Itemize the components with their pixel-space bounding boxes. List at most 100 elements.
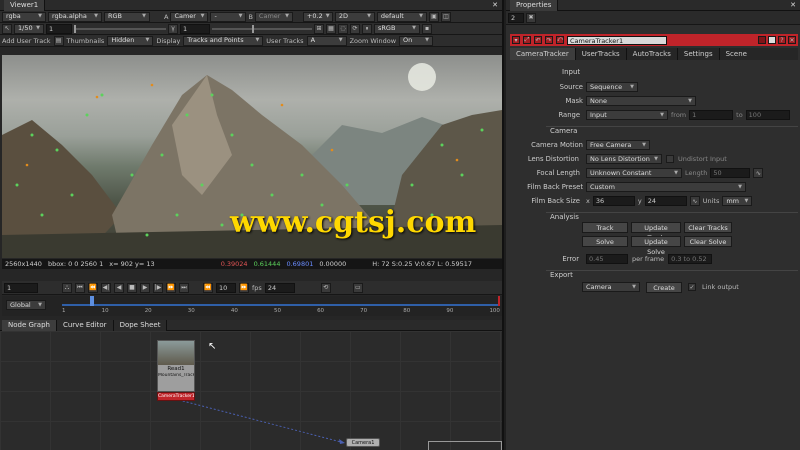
frame-range-lock-icon[interactable]: ⛬ xyxy=(62,282,72,293)
film-back-curve-icon[interactable]: ∿ xyxy=(689,196,700,206)
film-back-y-input[interactable]: 24 xyxy=(644,196,687,206)
navigator-box[interactable] xyxy=(428,441,502,450)
roi-icon[interactable]: ◫ xyxy=(440,11,451,22)
playhead[interactable] xyxy=(90,296,94,306)
frame-step-input[interactable]: 10 xyxy=(216,282,236,293)
composite-dropdown[interactable]: - ▼ xyxy=(210,11,247,22)
clear-panels-icon[interactable]: ✖ xyxy=(526,12,536,23)
view-mode-dropdown[interactable]: 2D ▼ xyxy=(334,11,375,22)
source-dropdown[interactable]: Sequence ▼ xyxy=(586,82,638,92)
step-back-icon[interactable]: ◀| xyxy=(101,282,111,293)
proxy-dropdown[interactable]: default ▼ xyxy=(376,11,427,22)
clear-solve-button[interactable]: Clear Solve xyxy=(684,236,732,247)
curve-icon[interactable]: ∿ xyxy=(753,168,764,178)
node-color-icon[interactable] xyxy=(758,36,766,44)
undo-icon[interactable]: ↶ xyxy=(534,36,542,44)
camera-tracker-node[interactable]: CameraTracker1 xyxy=(157,392,195,401)
pause-icon[interactable]: ⏸ xyxy=(362,23,372,34)
node-name-input[interactable]: CameraTracker1 xyxy=(567,35,667,45)
read-node[interactable]: Read1 Mountains_Track_Scene.mov xyxy=(157,340,195,392)
undistort-checkbox[interactable] xyxy=(666,155,674,163)
thumbnails-icon[interactable]: ▤ xyxy=(53,35,64,46)
camera-motion-dropdown[interactable]: Free Camera ▼ xyxy=(586,140,650,150)
channels-dropdown[interactable]: rgba ▼ xyxy=(2,11,46,22)
rgb-dropdown[interactable]: RGB ▼ xyxy=(104,11,150,22)
skip-back-icon[interactable]: ⏪ xyxy=(203,282,213,293)
tab-cameratracker[interactable]: CameraTracker xyxy=(510,48,576,60)
grid-icon[interactable]: ▦ xyxy=(326,23,336,34)
tab-properties[interactable]: Properties xyxy=(510,0,559,11)
track-button[interactable]: Track xyxy=(582,222,628,233)
range-dropdown[interactable]: Input ▼ xyxy=(586,110,668,120)
tab-curve-editor[interactable]: Curve Editor xyxy=(56,319,114,331)
thumbnails-dropdown[interactable]: Hidden ▼ xyxy=(107,35,154,46)
update-solve-button[interactable]: Update Solve xyxy=(631,236,681,256)
current-frame-input[interactable]: 1 xyxy=(4,282,38,293)
step-forward-icon[interactable]: |▶ xyxy=(153,282,163,293)
input-b-dropdown[interactable]: Camer ▼ xyxy=(254,11,293,22)
display-dropdown[interactable]: Tracks and Points ▼ xyxy=(183,35,264,46)
mask-dropdown[interactable]: None ▼ xyxy=(586,96,696,106)
tab-viewer1[interactable]: Viewer1 xyxy=(4,0,46,11)
gain-stop-dropdown[interactable]: +0.2 ▼ xyxy=(302,11,333,22)
refresh-icon[interactable]: ⟳ xyxy=(350,23,360,34)
fps-input[interactable]: 24 xyxy=(264,282,295,293)
update-track-button[interactable]: Update Track xyxy=(631,222,681,242)
lock-icon[interactable]: ▣ xyxy=(428,11,439,22)
gain-input[interactable]: 1 xyxy=(46,23,72,34)
loop-icon[interactable]: ⟲ xyxy=(320,282,331,293)
last-frame-icon[interactable]: ⏭ xyxy=(179,282,189,293)
tab-settings[interactable]: Settings xyxy=(678,48,720,60)
close-icon[interactable]: ✕ xyxy=(492,1,498,9)
colorspace-dropdown[interactable]: sRGB ▼ xyxy=(374,23,420,34)
frame-range-dropdown[interactable]: 1/50 ▼ xyxy=(14,23,44,34)
viewer-image[interactable]: www.cgtsj.com xyxy=(2,55,502,258)
lens-distortion-dropdown[interactable]: No Lens Distortion ▼ xyxy=(586,154,662,164)
focal-length-dropdown[interactable]: Unknown Constant ▼ xyxy=(586,168,682,178)
tab-dope-sheet[interactable]: Dope Sheet xyxy=(113,319,168,331)
gamma-slider[interactable] xyxy=(212,24,312,33)
play-forward-icon[interactable]: ▶ xyxy=(140,282,150,293)
collapse-icon[interactable]: ▾ xyxy=(512,36,520,44)
gamma-input[interactable]: 1 xyxy=(180,23,210,34)
redo-icon[interactable]: ↷ xyxy=(545,36,553,44)
revert-icon[interactable]: ⤺ xyxy=(556,36,564,44)
help-icon[interactable]: ? xyxy=(778,36,786,44)
range-from-input[interactable]: 1 xyxy=(689,110,734,120)
alpha-dropdown[interactable]: rgba.alpha ▼ xyxy=(48,11,102,22)
film-back-preset-dropdown[interactable]: Custom ▼ xyxy=(586,182,746,192)
flipbook-icon[interactable]: ▭ xyxy=(352,282,363,293)
link-output-checkbox[interactable]: ✓ xyxy=(688,283,696,291)
node-graph-canvas[interactable]: Read1 Mountains_Track_Scene.mov CameraTr… xyxy=(0,331,502,450)
tab-scene[interactable]: Scene xyxy=(720,48,753,60)
units-dropdown[interactable]: mm ▼ xyxy=(722,196,753,206)
prev-key-icon[interactable]: ⏪ xyxy=(88,282,98,293)
first-frame-icon[interactable]: ⏮ xyxy=(75,282,85,293)
gain-slider[interactable] xyxy=(74,24,166,33)
max-panels-input[interactable]: 2 xyxy=(508,12,524,23)
export-dropdown[interactable]: Camera ▼ xyxy=(582,282,640,292)
stop-icon[interactable]: ■ xyxy=(127,282,137,293)
next-key-icon[interactable]: ⏩ xyxy=(166,282,176,293)
tab-autotracks[interactable]: AutoTracks xyxy=(627,48,678,60)
film-back-x-input[interactable]: 36 xyxy=(592,196,635,206)
viewer-input-icon[interactable]: ▪ xyxy=(422,23,432,34)
tab-node-graph[interactable]: Node Graph xyxy=(2,319,57,331)
mask-overlay-icon[interactable]: ◌ xyxy=(338,23,348,34)
clear-tracks-button[interactable]: Clear Tracks xyxy=(684,222,732,233)
scope-dropdown[interactable]: Global ▼ xyxy=(6,300,46,310)
clip-warning-icon[interactable]: ⊞ xyxy=(314,23,324,34)
play-backward-icon[interactable]: ◀ xyxy=(114,282,124,293)
create-button[interactable]: Create xyxy=(646,281,682,293)
gamma-icon[interactable]: γ xyxy=(168,23,178,34)
camera-node[interactable]: Camera1 xyxy=(346,438,380,447)
panel-close-icon[interactable]: ✕ xyxy=(788,36,796,44)
zoom-window-dropdown[interactable]: On ▼ xyxy=(399,35,434,46)
length-input[interactable]: 50 xyxy=(710,168,751,178)
add-user-track-button[interactable]: Add User Track xyxy=(2,37,51,45)
pointer-icon[interactable]: ↖ xyxy=(2,23,12,34)
input-a-dropdown[interactable]: Camer ▼ xyxy=(170,11,209,22)
solve-button[interactable]: Solve xyxy=(582,236,628,247)
timeline[interactable]: 1 10 20 30 40 50 60 70 80 90 100 xyxy=(62,296,500,316)
float-icon[interactable]: ⤢ xyxy=(523,36,531,44)
